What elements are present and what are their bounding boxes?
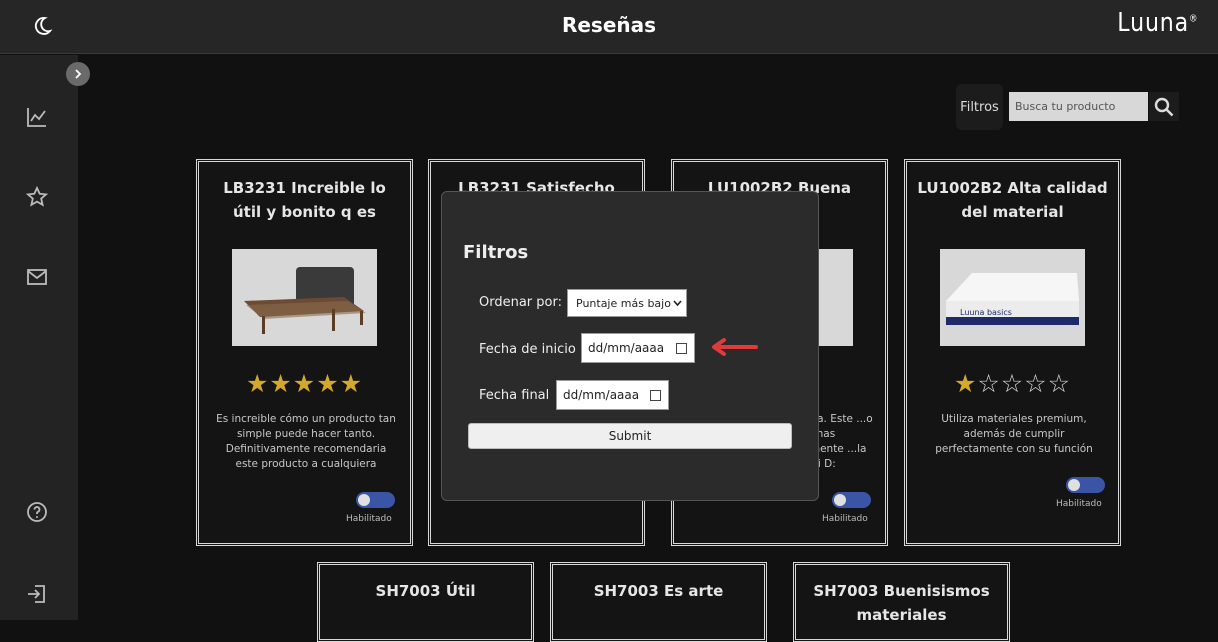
review-card: SH7003 Es arte	[550, 562, 767, 642]
review-text: Es increible cómo un producto tan simple…	[216, 413, 396, 470]
filters-modal: Filtros Ordenar por: Puntaje más bajo Fe…	[441, 191, 819, 501]
top-bar: Reseñas Luuna®	[0, 0, 1218, 54]
chevron-down-icon	[673, 300, 682, 307]
logo-mark: ®	[1188, 13, 1198, 25]
chart-icon[interactable]	[25, 105, 49, 129]
rating-stars: ★★★★★	[245, 369, 364, 398]
annotation-arrow-icon	[712, 338, 758, 356]
start-date-placeholder: dd/mm/aaaa	[588, 341, 665, 355]
toggle-label: Habilitado	[346, 514, 392, 524]
end-date-placeholder: dd/mm/aaaa	[563, 388, 640, 402]
search-input[interactable]	[1009, 92, 1148, 121]
sort-value: Puntaje más bajo	[576, 296, 671, 310]
review-card: LU1002B2 Alta calidad del material Luuna…	[904, 159, 1121, 546]
toggle-label: Habilitado	[822, 514, 868, 524]
search-icon	[1154, 97, 1174, 116]
bed-image	[232, 249, 377, 346]
page-title: Reseñas	[561, 13, 657, 37]
sidebar-toggle-button[interactable]	[66, 62, 90, 86]
start-date-input[interactable]: dd/mm/aaaa	[581, 333, 695, 363]
chevron-right-icon	[75, 69, 82, 79]
mail-icon[interactable]	[25, 265, 49, 289]
enabled-toggle[interactable]	[356, 492, 395, 508]
help-icon[interactable]	[25, 500, 49, 524]
calendar-icon	[650, 390, 661, 401]
card-title: SH7003 Útil	[375, 582, 476, 600]
enabled-toggle[interactable]	[832, 492, 871, 508]
review-card: SH7003 Útil	[317, 562, 534, 642]
end-date-label: Fecha final	[479, 388, 550, 403]
toggle-label: Habilitado	[1056, 499, 1102, 509]
logo-text: Luuna	[1116, 8, 1189, 38]
sort-label: Ordenar por:	[479, 295, 562, 310]
search-button[interactable]	[1149, 92, 1179, 121]
modal-title: Filtros	[463, 242, 529, 263]
calendar-icon	[676, 343, 687, 354]
rating-stars: ★☆☆☆☆	[953, 369, 1072, 398]
luuna-logo[interactable]: Luuna®	[1117, 8, 1198, 38]
filters-button[interactable]: Filtros	[956, 84, 1003, 130]
review-text: Utiliza materiales premium, además de cu…	[935, 413, 1093, 455]
sort-select[interactable]: Puntaje más bajo	[567, 289, 687, 317]
card-title: SH7003 Es arte	[593, 582, 724, 600]
review-card: LB3231 Increible lo útil y bonito q es ★…	[196, 159, 413, 546]
card-title: LU1002B2 Alta calidad del material	[917, 179, 1108, 221]
sidebar	[0, 55, 78, 620]
card-title: LB3231 Increible lo útil y bonito q es	[223, 179, 386, 221]
end-date-input[interactable]: dd/mm/aaaa	[556, 380, 669, 410]
start-date-label: Fecha de inicio	[479, 342, 576, 357]
star-icon[interactable]	[25, 185, 49, 209]
mattress-image: Luuna basics	[940, 249, 1085, 346]
review-card: SH7003 Buenisismos materiales	[793, 562, 1010, 642]
logout-icon[interactable]	[25, 582, 49, 606]
svg-text:Luuna basics: Luuna basics	[960, 308, 1012, 317]
enabled-toggle[interactable]	[1066, 477, 1105, 493]
submit-button[interactable]: Submit	[468, 423, 792, 449]
